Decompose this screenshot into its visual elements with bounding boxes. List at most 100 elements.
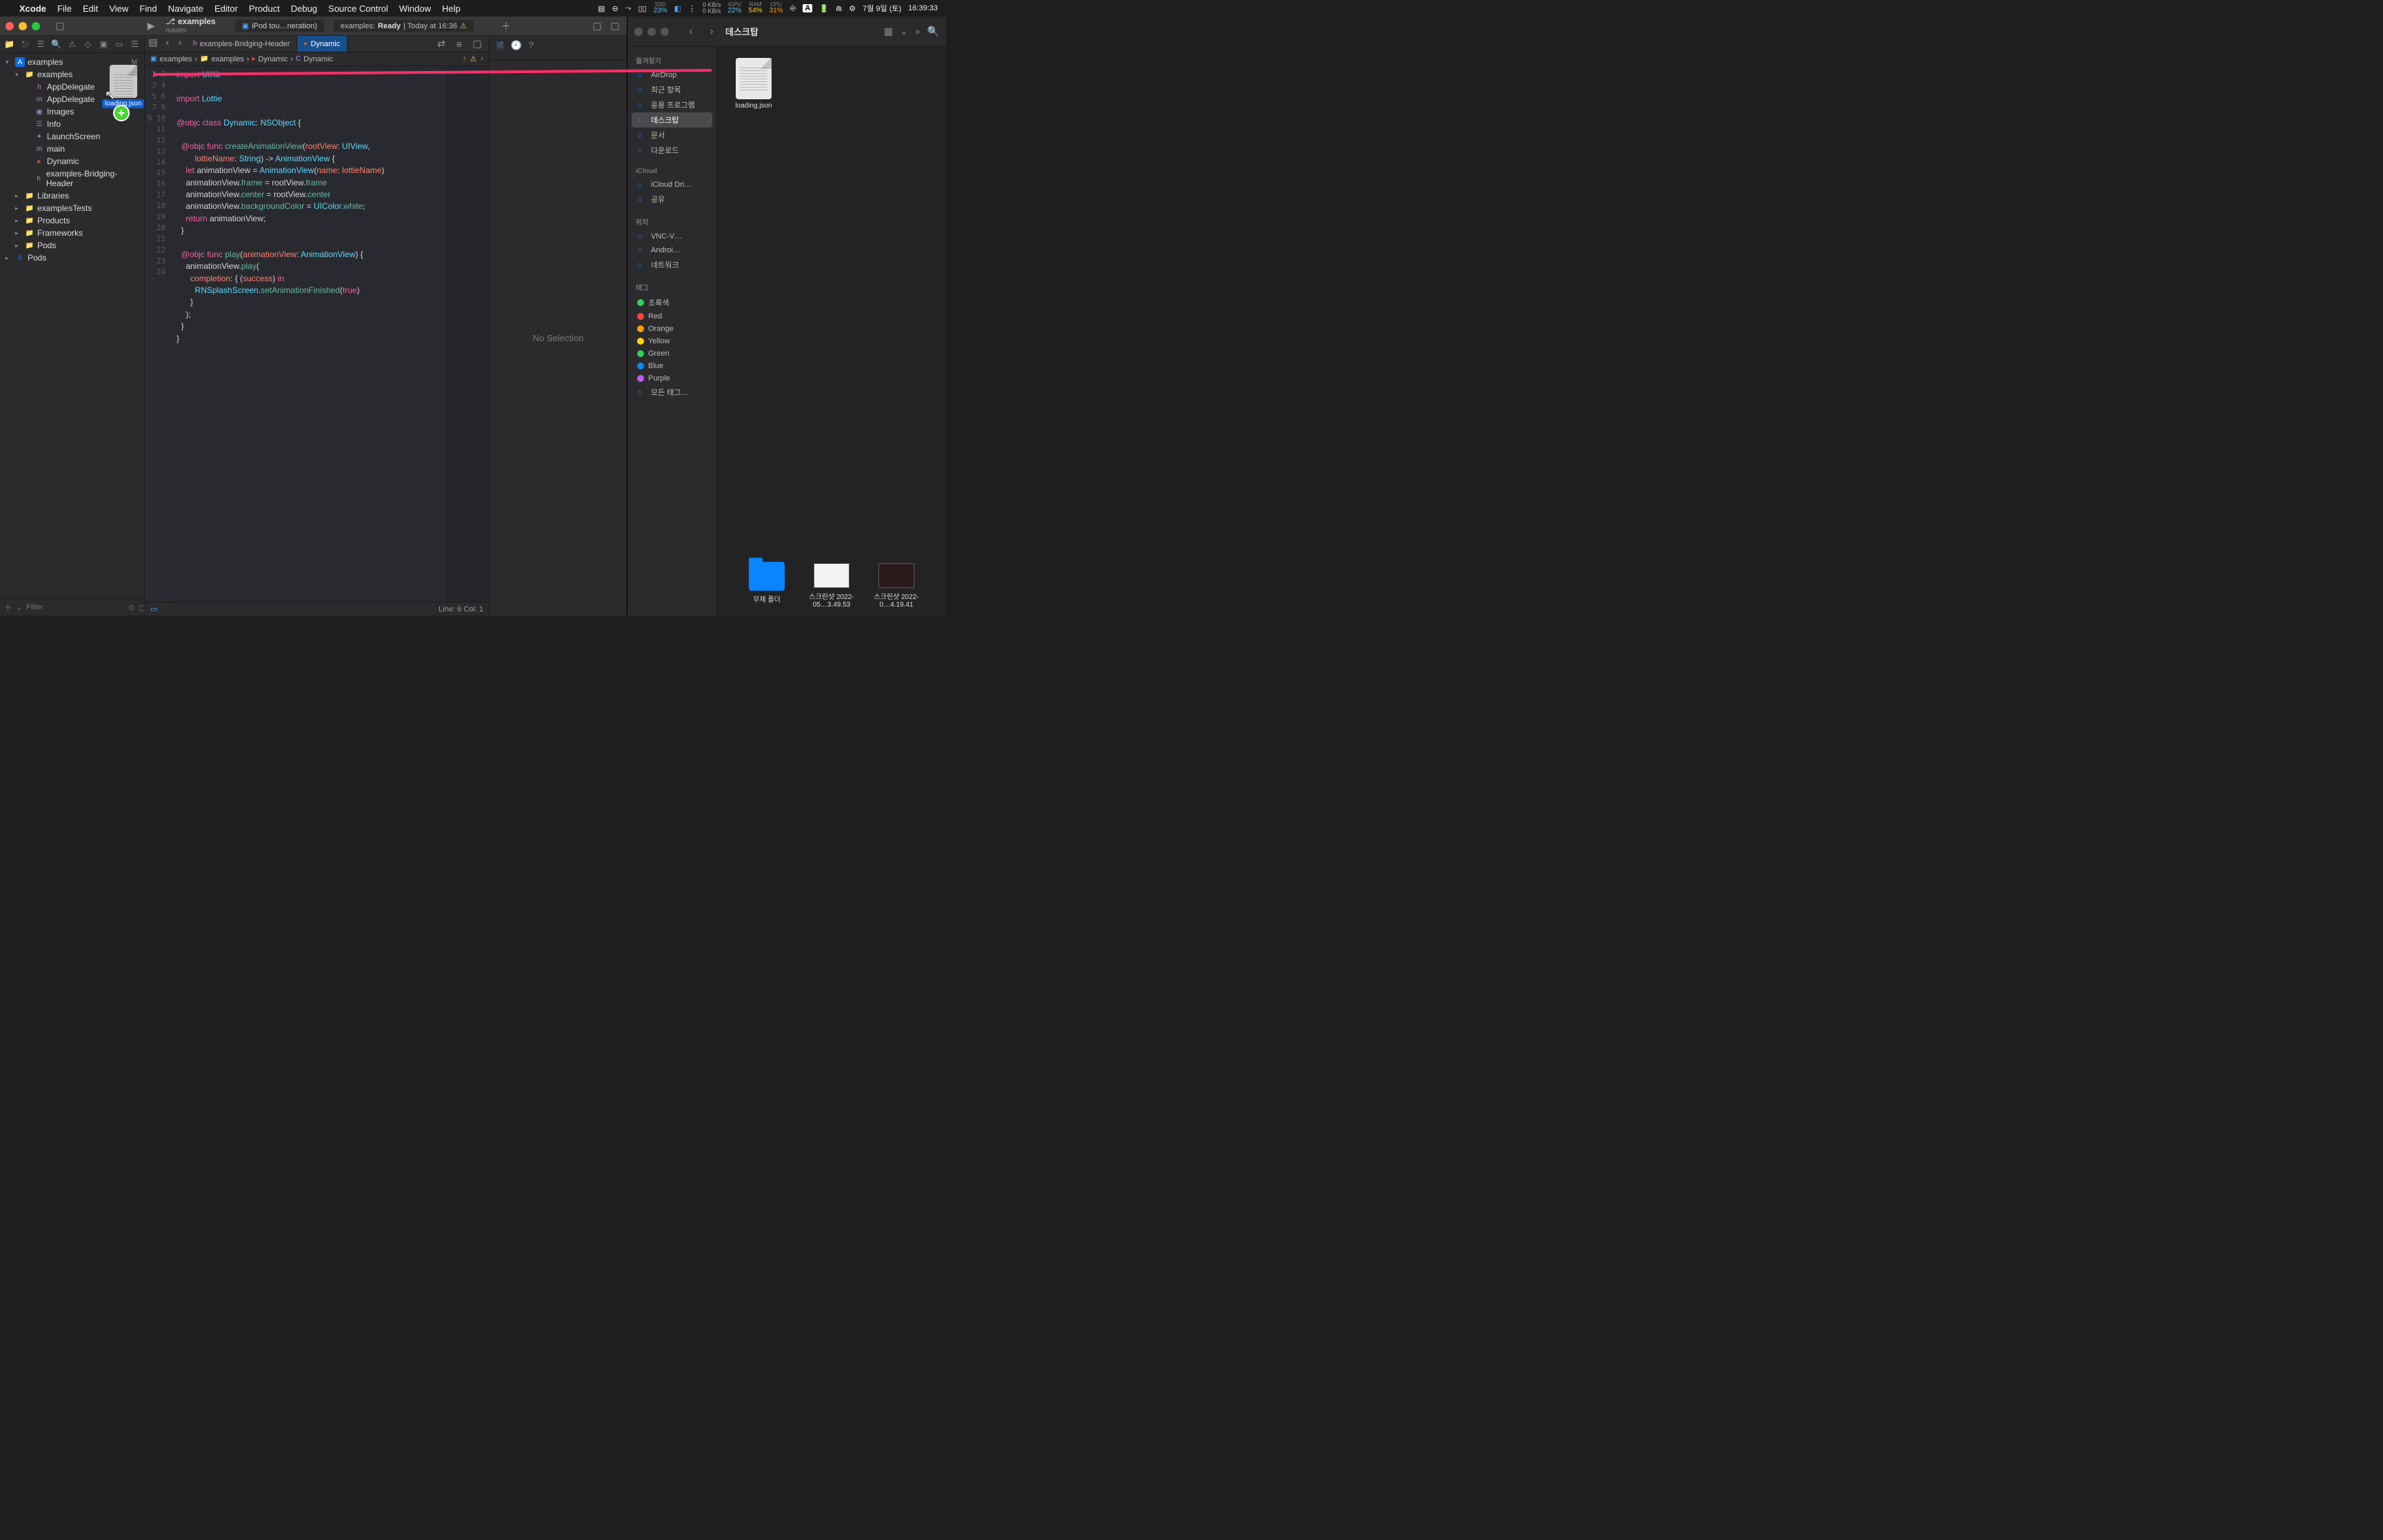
minimap[interactable] bbox=[448, 66, 489, 602]
sidebar-tag-item[interactable]: 초록색 bbox=[632, 295, 712, 310]
find-navigator-icon[interactable]: 🔍 bbox=[51, 39, 61, 50]
symbol-navigator-icon[interactable]: ☰ bbox=[36, 39, 46, 50]
menu-find[interactable]: Find bbox=[139, 3, 157, 14]
run-button[interactable]: ▶ bbox=[145, 20, 157, 32]
ram-stat[interactable]: RAM54% bbox=[749, 2, 763, 14]
library-icon[interactable]: ▢ bbox=[591, 20, 603, 32]
sidebar-item[interactable]: ○데스크탑 bbox=[632, 112, 712, 128]
tree-item[interactable]: ▸ 📁 Libraries bbox=[0, 190, 144, 202]
menu-debug[interactable]: Debug bbox=[291, 3, 317, 14]
file-tree[interactable]: ▾ A examples M ▾ 📁 examples h AppDelegat… bbox=[0, 53, 144, 598]
back-button[interactable]: ‹ bbox=[684, 26, 698, 38]
sidebar-item[interactable]: ○최근 항목 bbox=[632, 82, 712, 97]
tree-item[interactable]: ▾ 📁 examples bbox=[0, 68, 144, 81]
menubar-icon[interactable]: ◧ bbox=[674, 4, 681, 13]
sidebar-item[interactable]: ○Androi… bbox=[632, 243, 712, 257]
debug-icon[interactable]: ▭ bbox=[150, 605, 157, 614]
disclosure-icon[interactable]: ▸ bbox=[15, 217, 22, 225]
back-icon[interactable]: ‹ bbox=[161, 36, 174, 48]
sidebar-item[interactable]: ○VNC-V… bbox=[632, 230, 712, 243]
menu-view[interactable]: View bbox=[109, 3, 128, 14]
source-control-navigator-icon[interactable]: ⎋ bbox=[20, 39, 30, 50]
sidebar-item[interactable]: ○iCloud Dri… bbox=[632, 178, 712, 192]
more-icon[interactable]: » bbox=[915, 26, 921, 37]
menubar-icon[interactable]: ⋮ bbox=[688, 4, 696, 13]
igpu-stat[interactable]: iGPU22% bbox=[728, 2, 742, 14]
sidebar-toggle-icon[interactable]: ▢ bbox=[54, 20, 66, 32]
filter-input[interactable] bbox=[26, 603, 124, 611]
menu-edit[interactable]: Edit bbox=[83, 3, 98, 14]
sidebar-tag-item[interactable]: Yellow bbox=[632, 335, 712, 347]
scheme-selector[interactable]: ▣ iPod tou…neration) bbox=[235, 20, 324, 32]
sidebar-item[interactable]: ○네트워크 bbox=[632, 257, 712, 272]
tree-item[interactable]: h AppDelegate bbox=[0, 81, 144, 93]
sidebar-item[interactable]: ○공유 bbox=[632, 192, 712, 207]
breakpoint-navigator-icon[interactable]: ▭ bbox=[114, 39, 125, 50]
menu-help[interactable]: Help bbox=[442, 3, 461, 14]
debug-navigator-icon[interactable]: ▣ bbox=[99, 39, 109, 50]
ssd-stat[interactable]: SSD23% bbox=[654, 2, 667, 14]
net-stat[interactable]: 0 KB/s0 KB/s bbox=[703, 2, 721, 14]
tree-item[interactable]: h examples-Bridging-Header bbox=[0, 168, 144, 190]
recent-icon[interactable]: ⊙ bbox=[128, 603, 134, 612]
app-name[interactable]: Xcode bbox=[19, 3, 46, 14]
report-navigator-icon[interactable]: ☰ bbox=[130, 39, 140, 50]
disclosure-icon[interactable]: ▸ bbox=[15, 205, 22, 212]
help-inspector-icon[interactable]: ? bbox=[529, 40, 534, 55]
zoom-button[interactable] bbox=[661, 28, 669, 36]
sidebar-item[interactable]: ○AirDrop bbox=[632, 68, 712, 82]
sidebar-item[interactable]: ○응용 프로그램 bbox=[632, 97, 712, 112]
menubar-icon[interactable]: ⊖ bbox=[612, 4, 618, 13]
test-navigator-icon[interactable]: ◇ bbox=[83, 39, 93, 50]
control-center-icon[interactable]: ⚙ bbox=[849, 4, 856, 13]
tree-item[interactable]: ▸ 📁 Pods bbox=[0, 239, 144, 252]
warning-icon[interactable]: ⚠ bbox=[470, 54, 476, 63]
clock-date[interactable]: 7월 9일 (토) bbox=[863, 3, 901, 14]
clock-time[interactable]: 16:39:33 bbox=[908, 4, 938, 12]
finder-content[interactable]: loading.json 무제 폴더스크린샷 2022-05…3.49.53스크… bbox=[717, 47, 946, 616]
input-lang[interactable]: A bbox=[803, 4, 812, 12]
minimize-button[interactable] bbox=[19, 22, 27, 30]
sidebar-tag-item[interactable]: Orange bbox=[632, 323, 712, 335]
sidebar-tag-item[interactable]: ○모든 태그… bbox=[632, 385, 712, 400]
disclosure-icon[interactable]: ▸ bbox=[15, 192, 22, 200]
finder-item[interactable]: 무제 폴더 bbox=[741, 556, 792, 609]
editor-tab[interactable]: hexamples-Bridging-Header bbox=[186, 36, 297, 52]
view-icons-icon[interactable]: ▦ bbox=[884, 26, 893, 37]
code-content[interactable]: import UIKit import Lottie @objc class D… bbox=[171, 66, 448, 602]
search-icon[interactable]: 🔍 bbox=[927, 26, 939, 37]
warning-icon[interactable]: ⚠ bbox=[460, 21, 467, 30]
sidebar-tag-item[interactable]: Blue bbox=[632, 360, 712, 372]
menubar-icon[interactable]: ▤ bbox=[598, 4, 605, 13]
tree-item[interactable]: m main bbox=[0, 143, 144, 155]
disclosure-icon[interactable]: ▸ bbox=[15, 242, 22, 250]
disclosure-icon[interactable]: ▸ bbox=[15, 230, 22, 237]
project-navigator-icon[interactable]: 📁 bbox=[4, 39, 14, 50]
related-items-icon[interactable]: ▤ bbox=[145, 36, 161, 48]
menubar-icon[interactable]: ▯▯ bbox=[638, 4, 646, 13]
menu-sourcecontrol[interactable]: Source Control bbox=[328, 3, 388, 14]
disclosure-icon[interactable]: ▾ bbox=[6, 59, 12, 66]
editor-tab[interactable]: ▸Dynamic bbox=[297, 36, 348, 52]
battery-icon[interactable]: 🔋 bbox=[819, 4, 829, 13]
prev-issue-icon[interactable]: ‹ bbox=[463, 54, 466, 63]
code-editor[interactable]: 1 2 3 4 5 6 7 8 9 10 11 12 13 14 15 16 1… bbox=[145, 66, 489, 602]
menu-navigate[interactable]: Navigate bbox=[168, 3, 203, 14]
inspector-toggle-icon[interactable]: ▢ bbox=[609, 20, 621, 32]
add-tab-icon[interactable]: ＋ bbox=[500, 20, 512, 32]
menu-file[interactable]: File bbox=[57, 3, 72, 14]
forward-icon[interactable]: › bbox=[174, 36, 186, 48]
minimize-button[interactable] bbox=[647, 28, 656, 36]
editor-options-icon[interactable]: ⇄ bbox=[435, 38, 448, 50]
history-inspector-icon[interactable]: 🕘 bbox=[510, 40, 521, 55]
next-issue-icon[interactable]: › bbox=[481, 54, 483, 63]
sidebar-tag-item[interactable]: Purple bbox=[632, 372, 712, 385]
finder-item[interactable]: 스크린샷 2022-0…4.19.41 bbox=[871, 556, 922, 609]
view-options-icon[interactable]: ⌄ bbox=[900, 26, 908, 37]
tree-item[interactable]: ▸ Dynamic bbox=[0, 155, 144, 168]
add-icon[interactable]: ＋ bbox=[4, 602, 12, 613]
wifi-icon[interactable]: ⋒ bbox=[836, 4, 842, 13]
cpu-stat[interactable]: CPU31% bbox=[770, 2, 783, 14]
menu-product[interactable]: Product bbox=[249, 3, 280, 14]
disclosure-icon[interactable]: ▸ bbox=[6, 254, 12, 262]
